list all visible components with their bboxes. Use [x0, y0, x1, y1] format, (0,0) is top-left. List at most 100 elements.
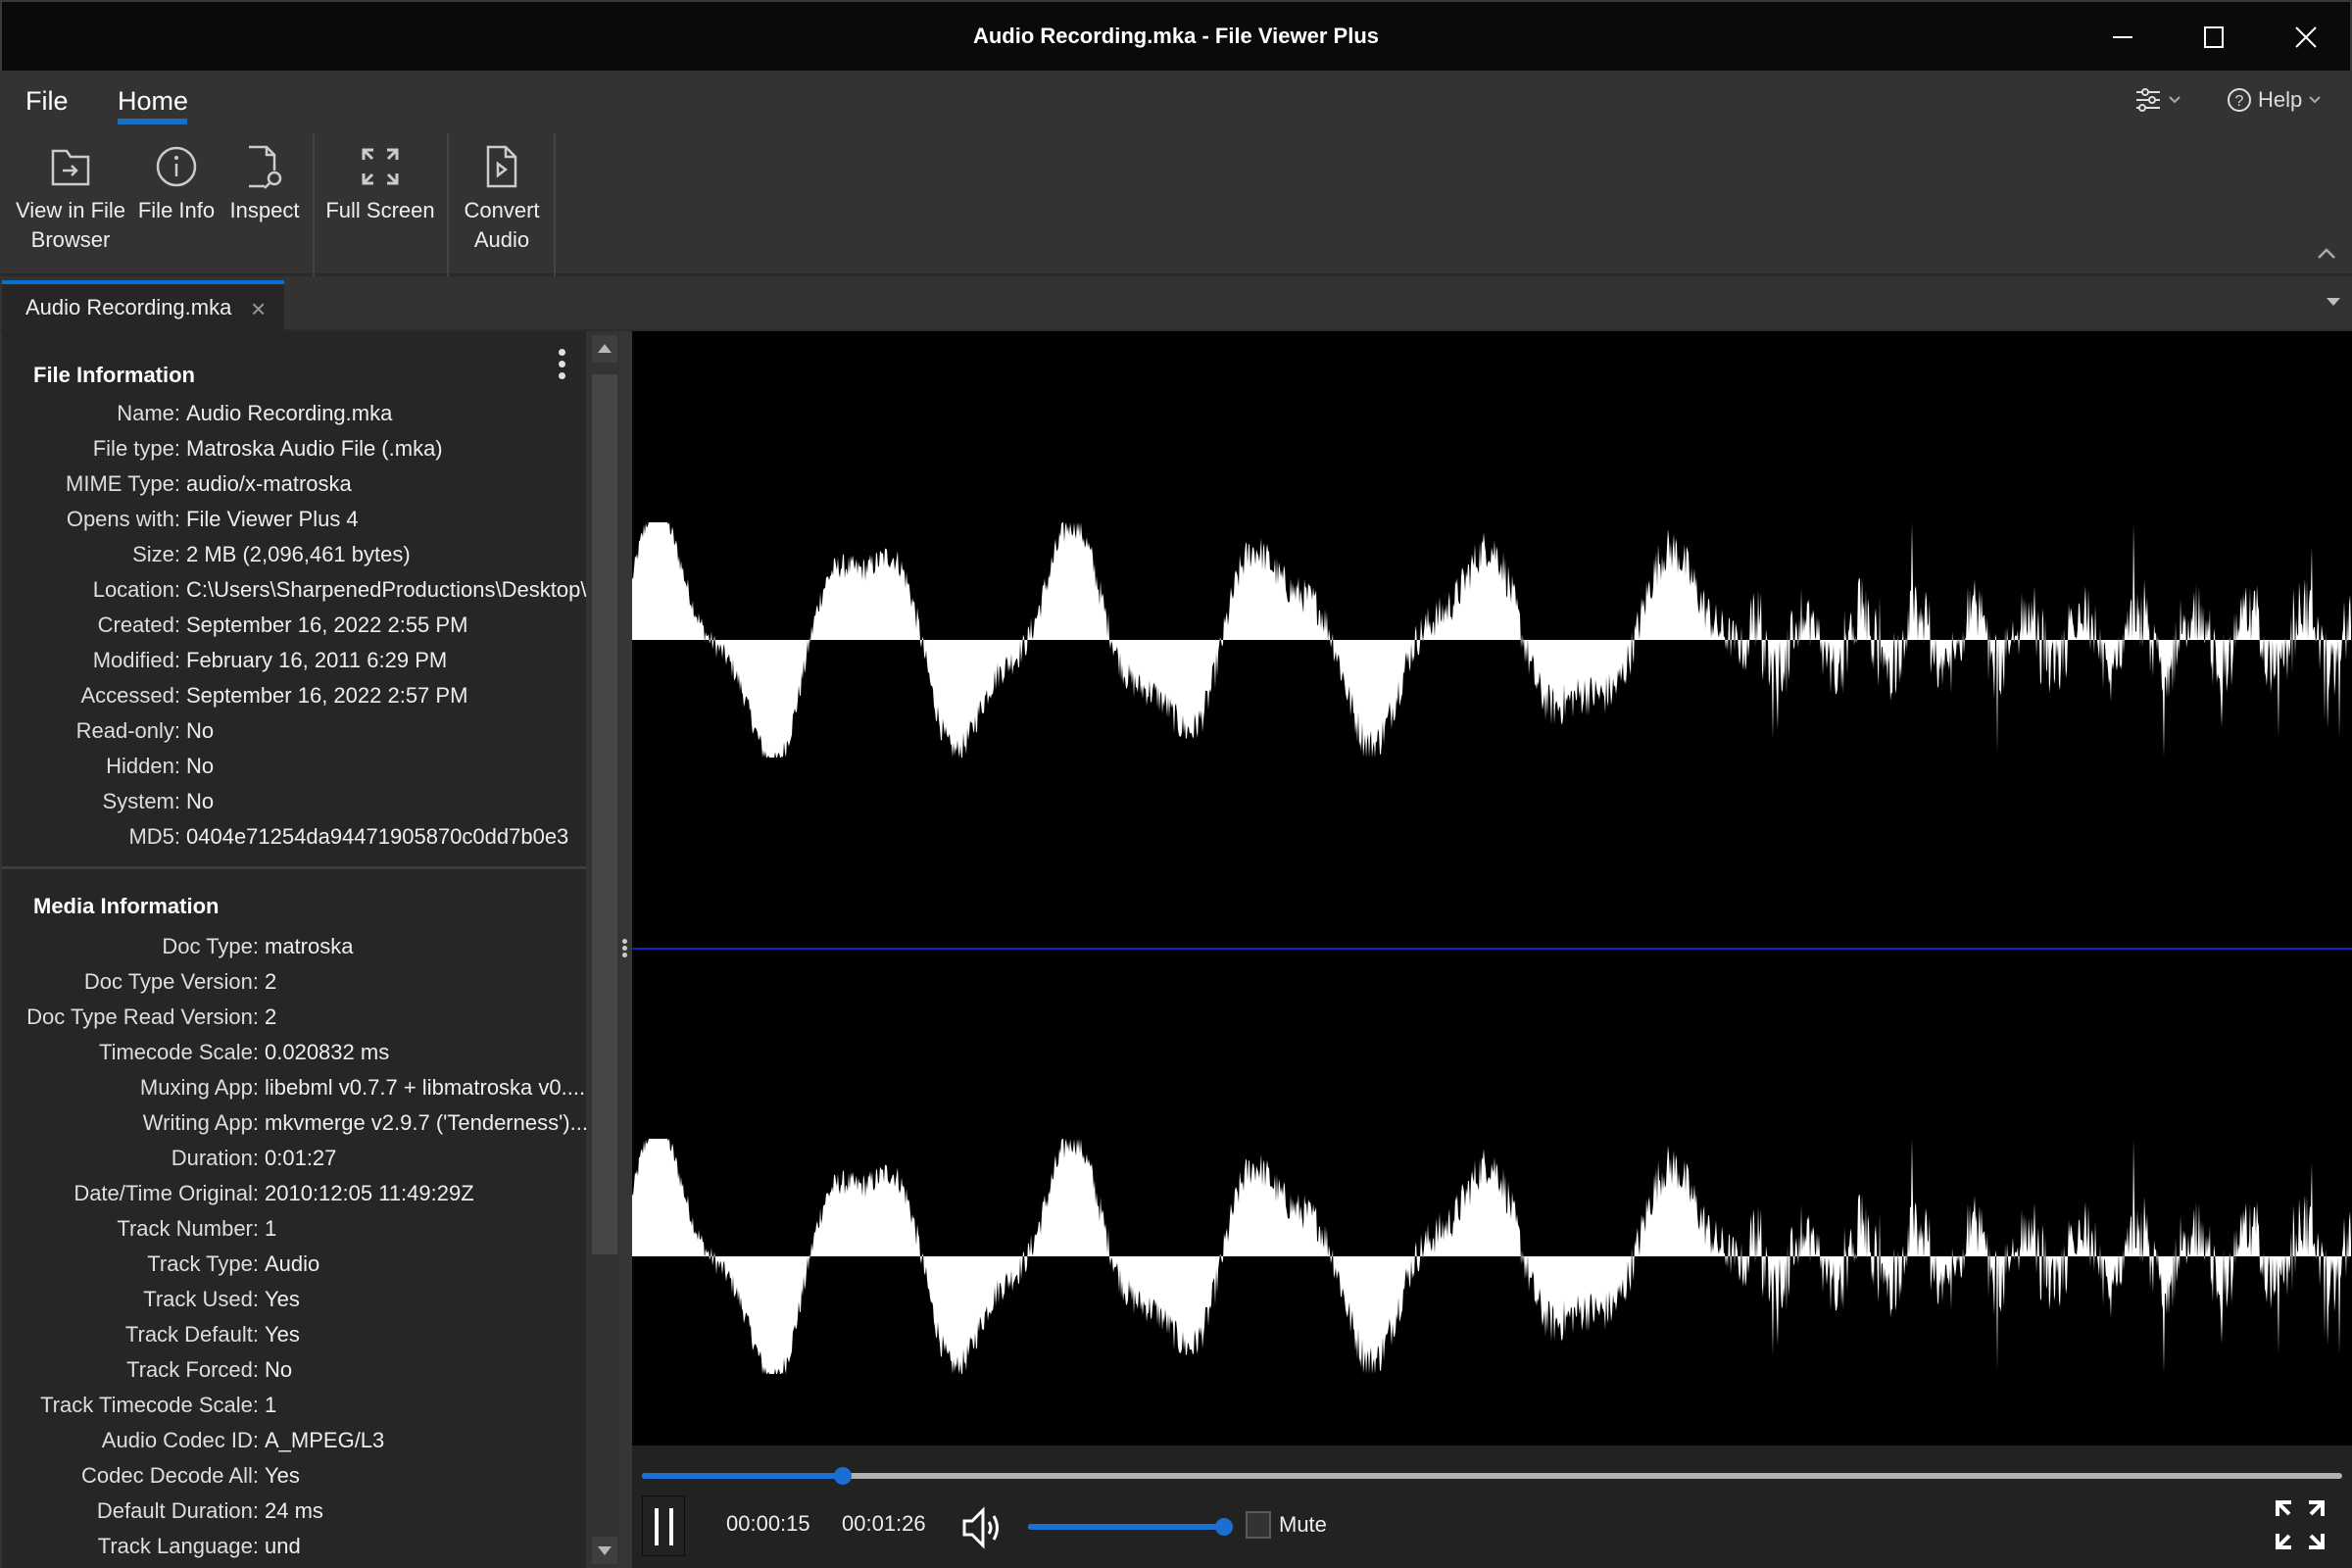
title-bar: Audio Recording.mka - File Viewer Plus	[0, 0, 2352, 71]
property-row: MIME Type: audio/x-matroska	[2, 466, 586, 502]
property-value: Yes	[265, 1463, 300, 1488]
property-key: Muxing App:	[139, 1075, 259, 1100]
property-value: 0:01:27	[265, 1146, 337, 1170]
property-value: Yes	[265, 1322, 300, 1347]
property-row: Created: September 16, 2022 2:55 PM	[2, 608, 586, 643]
property-key: Track Language:	[97, 1534, 259, 1558]
property-key: Size:	[132, 542, 180, 566]
property-key: MD5:	[128, 824, 180, 849]
property-key: Doc Type:	[162, 934, 259, 958]
property-key: Location:	[92, 577, 180, 602]
property-value: File Viewer Plus 4	[186, 507, 359, 531]
seek-progress	[642, 1473, 843, 1479]
inspect-button[interactable]: Inspect	[225, 143, 304, 225]
inspect-file-icon	[249, 145, 282, 189]
menu-tab-file[interactable]: File	[25, 86, 69, 117]
property-key: Name:	[117, 401, 180, 425]
settings-dropdown-button[interactable]	[2134, 82, 2181, 118]
seek-bar[interactable]	[642, 1467, 2342, 1485]
property-key: Track Used:	[143, 1287, 259, 1311]
close-icon	[2295, 26, 2317, 48]
property-value: 24 ms	[265, 1498, 323, 1523]
pause-button[interactable]	[642, 1495, 685, 1556]
property-row: Track Default: Yes	[2, 1317, 586, 1352]
property-row: Track Type: Audio	[2, 1247, 586, 1282]
waveform-view[interactable]	[632, 331, 2352, 1446]
close-tab-icon[interactable]: ×	[251, 294, 266, 324]
convert-audio-button[interactable]: Convert Audio	[457, 143, 547, 255]
property-key: Audio Codec ID:	[101, 1428, 259, 1452]
property-value: No	[186, 754, 215, 778]
property-value: mkvmerge v2.9.7 ('Tenderness')...	[265, 1110, 586, 1135]
panel-splitter[interactable]	[619, 331, 632, 1568]
info-icon	[156, 146, 197, 187]
property-value: 2	[265, 969, 277, 994]
chevron-down-icon	[2169, 96, 2180, 104]
property-key: MIME Type:	[66, 471, 180, 496]
property-key: Duration:	[171, 1146, 259, 1170]
view-in-file-browser-button[interactable]: View in File Browser	[14, 143, 127, 255]
tab-list-dropdown-icon[interactable]	[2327, 298, 2340, 306]
ribbon-toolbar: View in File Browser File Info Inspect F…	[0, 127, 2352, 276]
tab-audio-recording[interactable]: Audio Recording.mka ×	[2, 280, 284, 331]
window-title: Audio Recording.mka - File Viewer Plus	[972, 24, 1380, 48]
property-key: Writing App:	[142, 1110, 259, 1135]
property-value: 2010:12:05 11:49:29Z	[265, 1181, 474, 1205]
property-value: 1	[265, 1216, 277, 1241]
convert-audio-icon	[486, 145, 517, 188]
property-value: Audio	[265, 1251, 320, 1276]
folder-arrow-icon	[51, 149, 90, 186]
maximize-button[interactable]	[2170, 2, 2258, 73]
tab-label: Audio Recording.mka	[25, 295, 232, 319]
button-label: Audio	[473, 227, 530, 252]
close-button[interactable]	[2262, 2, 2350, 73]
volume-slider[interactable]	[1028, 1518, 1233, 1536]
button-label: View in File	[15, 198, 126, 222]
property-row: File type: Matroska Audio File (.mka)	[2, 431, 586, 466]
property-row: Codec Decode All: Yes	[2, 1458, 586, 1494]
total-time: 00:01:26	[842, 1511, 926, 1536]
property-value: A_MPEG/L3	[265, 1428, 385, 1452]
property-key: Track Forced:	[126, 1357, 259, 1382]
property-value: matroska	[265, 934, 354, 958]
property-value: 1	[265, 1393, 277, 1417]
property-row: Doc Type: matroska	[2, 929, 586, 964]
current-time: 00:00:15	[726, 1511, 810, 1536]
property-key: Date/Time Original:	[74, 1181, 259, 1205]
property-value: September 16, 2022 2:55 PM	[186, 612, 468, 637]
property-value: February 16, 2011 6:29 PM	[186, 648, 448, 672]
seek-thumb[interactable]	[833, 1467, 852, 1485]
property-row: Date/Time Original: 2010:12:05 11:49:29Z	[2, 1176, 586, 1211]
volume-thumb[interactable]	[1215, 1518, 1233, 1536]
property-key: File type:	[92, 436, 180, 461]
sidebar-scrollbar[interactable]	[588, 331, 619, 1568]
full-screen-button[interactable]: Full Screen	[323, 143, 437, 225]
property-row: Size: 2 MB (2,096,461 bytes)	[2, 537, 586, 572]
property-row: Opens with: File Viewer Plus 4	[2, 502, 586, 537]
scroll-up-arrow-icon[interactable]	[592, 335, 617, 363]
property-key: Track Default:	[124, 1322, 259, 1347]
menu-tab-home[interactable]: Home	[118, 86, 188, 117]
minimize-button[interactable]	[2080, 2, 2168, 73]
collapse-ribbon-icon[interactable]	[2315, 243, 2338, 263]
property-value: C:\Users\SharpenedProductions\Desktop\	[186, 577, 586, 602]
volume-icon[interactable]	[961, 1504, 1004, 1551]
button-label: Convert	[464, 198, 540, 222]
fullscreen-icon	[362, 148, 399, 185]
file-info-button[interactable]: File Info	[135, 143, 218, 225]
mute-label: Mute	[1279, 1512, 1327, 1537]
property-value: Matroska Audio File (.mka)	[186, 436, 443, 461]
menu-bar: File Home	[0, 71, 2352, 127]
waveform-canvas	[632, 522, 2352, 1374]
property-value: September 16, 2022 2:57 PM	[186, 683, 468, 708]
fullscreen-button[interactable]	[2276, 1500, 2325, 1549]
section-divider	[2, 866, 586, 869]
help-dropdown-button[interactable]: ? Help	[2227, 82, 2322, 118]
scroll-down-arrow-icon[interactable]	[592, 1537, 617, 1564]
scrollbar-thumb[interactable]	[592, 374, 617, 1254]
more-options-icon[interactable]	[557, 349, 566, 382]
property-key: Modified:	[92, 648, 180, 672]
property-key: Track Timecode Scale:	[40, 1393, 259, 1417]
property-row: Writing App: mkvmerge v2.9.7 ('Tenderness…	[2, 1105, 586, 1141]
mute-checkbox[interactable]	[1246, 1511, 1271, 1539]
